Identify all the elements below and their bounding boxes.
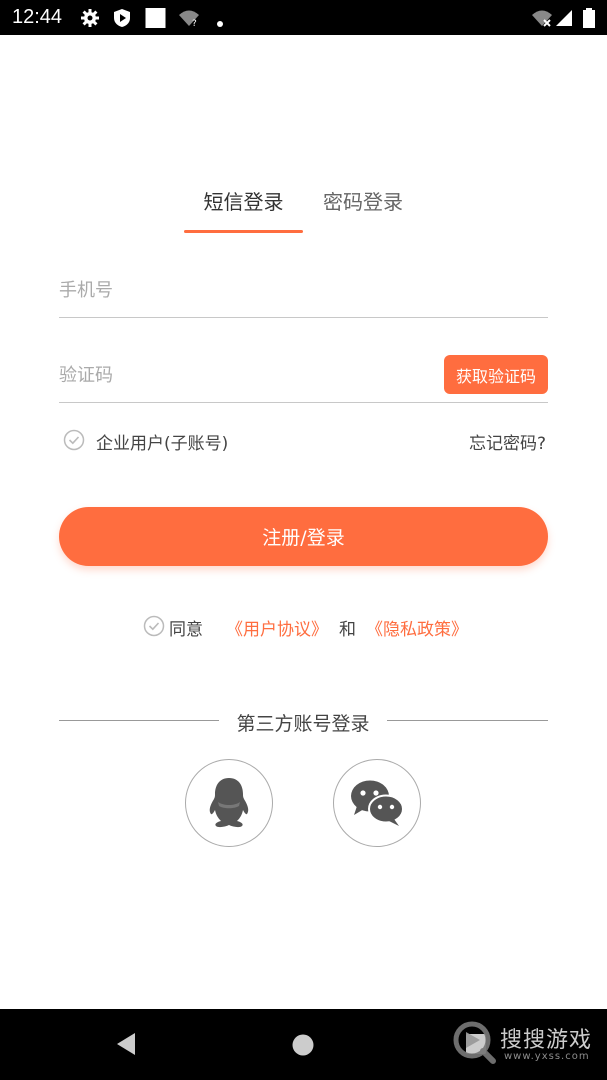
verification-code-input[interactable] [59,353,429,397]
active-tab-indicator [184,230,303,233]
home-icon[interactable] [292,1034,314,1056]
phone-underline [59,317,548,318]
watermark-logo-icon [453,1021,496,1064]
third-party-divider-left [59,720,219,721]
status-time: 12:44 [12,6,63,28]
agree-checkbox-icon[interactable] [143,615,165,637]
battery-icon [583,8,595,28]
watermark-subtext: www.yxss.com [504,1051,590,1062]
watermark: 搜搜游戏 www.yxss.com [452,1016,602,1072]
qq-login-button[interactable] [185,759,273,847]
shield-play-icon [114,9,130,27]
wechat-icon [351,780,404,826]
agree-label: 同意 [169,620,203,640]
wechat-login-button[interactable] [333,759,421,847]
svg-text:?: ? [192,19,197,28]
code-underline [59,402,548,403]
white-square-icon [145,8,166,28]
privacy-policy-link[interactable]: 《隐私政策》 [366,615,468,640]
status-bar: 12:44 ? [0,0,607,35]
wifi-x-icon [532,10,552,27]
register-login-button[interactable]: 注册/登录 [59,507,548,566]
signal-icon [556,10,572,26]
forgot-password-link[interactable]: 忘记密码? [469,429,546,454]
third-party-divider-right [387,720,548,721]
third-party-title: 第三方账号登录 [236,713,370,735]
get-code-button[interactable]: 获取验证码 [444,355,548,394]
user-agreement-link[interactable]: 《用户协议》 [226,615,328,640]
tab-password-login[interactable]: 密码登录 [312,186,414,215]
enterprise-checkbox-icon[interactable] [63,429,85,451]
wifi-question-icon: ? [179,10,199,28]
back-icon[interactable] [115,1032,137,1056]
phone-input[interactable] [59,268,548,312]
enterprise-label: 企业用户(子账号) [96,434,229,454]
dot-icon [217,21,223,27]
qq-icon [209,778,249,828]
watermark-text: 搜搜游戏 [500,1028,593,1053]
gear-icon [81,9,99,27]
tab-sms-login[interactable]: 短信登录 [184,186,303,215]
and-label: 和 [339,620,356,640]
